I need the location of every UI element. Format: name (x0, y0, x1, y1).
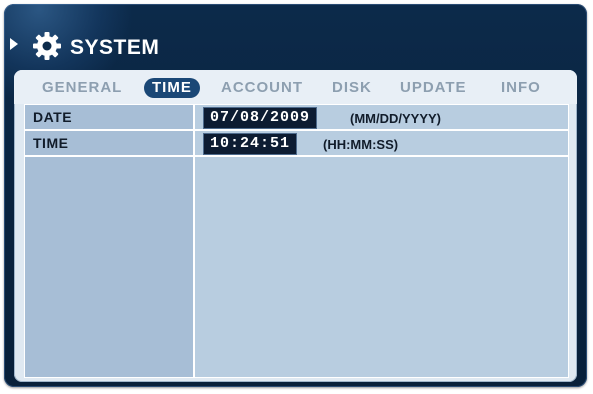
time-label: TIME (33, 135, 69, 151)
time-format-hint: (HH:MM:SS) (323, 137, 399, 152)
title-arrow-icon (10, 38, 18, 50)
system-window: SYSTEM GENERAL TIME ACCOUNT DISK UPDATE … (4, 4, 587, 387)
date-field[interactable]: 07/08/2009 (203, 107, 318, 129)
gear-icon (33, 32, 61, 60)
title-bar: SYSTEM (4, 4, 587, 66)
tab-time[interactable]: TIME (144, 78, 200, 98)
tab-account[interactable]: ACCOUNT (221, 78, 303, 98)
date-format-hint: (MM/DD/YYYY) (350, 111, 441, 126)
tab-general[interactable]: GENERAL (42, 78, 122, 98)
time-field[interactable]: 10:24:51 (203, 133, 298, 155)
tab-info[interactable]: INFO (501, 78, 541, 98)
content-panel: GENERAL TIME ACCOUNT DISK UPDATE INFO DA… (14, 70, 577, 382)
date-label: DATE (33, 109, 73, 125)
tab-bar: GENERAL TIME ACCOUNT DISK UPDATE INFO (14, 70, 577, 104)
row-divider (25, 155, 568, 157)
row-divider (25, 129, 568, 131)
tab-disk[interactable]: DISK (332, 78, 372, 98)
window-title: SYSTEM (70, 36, 160, 59)
settings-grid: DATE 07/08/2009 (MM/DD/YYYY) TIME 10:24:… (24, 104, 569, 378)
tab-update[interactable]: UPDATE (400, 78, 467, 98)
